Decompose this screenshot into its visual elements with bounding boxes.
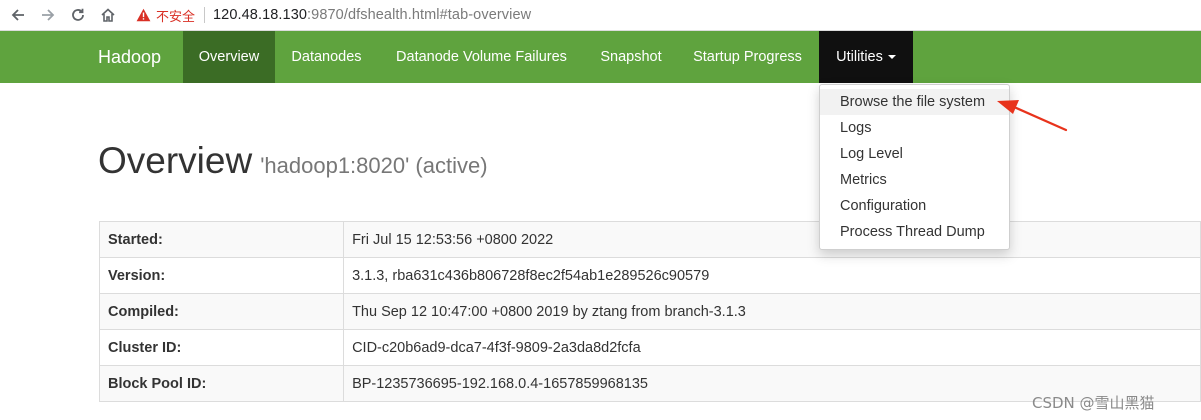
row-key: Block Pool ID: (98, 365, 345, 402)
back-button[interactable] (6, 3, 30, 27)
nav-utilities-label: Utilities (836, 49, 883, 65)
home-button[interactable] (96, 3, 120, 27)
table-row: Compiled: Thu Sep 12 10:47:00 +0800 2019… (98, 293, 1201, 330)
browser-toolbar: 不安全 120.48.18.130:9870/dfshealth.html#ta… (0, 0, 1201, 31)
page-title-main: Overview (98, 140, 253, 181)
row-value: Thu Sep 12 10:47:00 +0800 2019 by ztang … (343, 293, 1201, 330)
navbar: Hadoop Overview Datanodes Datanode Volum… (0, 31, 1201, 83)
row-key: Started: (98, 221, 345, 258)
row-value: CID-c20b6ad9-dca7-4f3f-9809-2a3da8d2fcfa (343, 329, 1201, 366)
table-row: Cluster ID: CID-c20b6ad9-dca7-4f3f-9809-… (98, 329, 1201, 366)
navbar-brand[interactable]: Hadoop (98, 31, 161, 83)
row-value: Fri Jul 15 12:53:56 +0800 2022 (343, 221, 1201, 258)
menu-process-thread-dump[interactable]: Process Thread Dump (820, 219, 1009, 245)
page-title: Overview 'hadoop1:8020' (active) (98, 140, 488, 182)
url-path: :9870/dfshealth.html#tab-overview (307, 7, 532, 23)
caret-down-icon (887, 55, 896, 60)
page-title-subtitle: 'hadoop1:8020' (active) (260, 153, 488, 178)
security-warning[interactable]: 不安全 (136, 6, 195, 25)
nav-startup-progress[interactable]: Startup Progress (677, 31, 818, 83)
security-label: 不安全 (156, 9, 196, 25)
url-separator (204, 7, 206, 23)
menu-configuration[interactable]: Configuration (820, 193, 1009, 219)
reload-button[interactable] (66, 3, 90, 27)
forward-button[interactable] (36, 3, 60, 27)
table-row: Version: 3.1.3, rba631c436b806728f8ec2f5… (98, 257, 1201, 294)
url-host: 120.48.18.130 (213, 7, 308, 23)
row-key: Cluster ID: (98, 329, 345, 366)
menu-logs[interactable]: Logs (820, 115, 1009, 141)
watermark: CSDN @雪山黑猫 (1032, 394, 1155, 412)
menu-metrics[interactable]: Metrics (820, 167, 1009, 193)
warning-icon (136, 8, 151, 22)
nav-snapshot[interactable]: Snapshot (586, 31, 676, 83)
back-arrow-icon (11, 9, 24, 21)
menu-log-level[interactable]: Log Level (820, 141, 1009, 167)
nav-utilities[interactable]: Utilities (819, 31, 913, 83)
home-icon (101, 8, 115, 22)
row-value: 3.1.3, rba631c436b806728f8ec2f54ab1e2895… (343, 257, 1201, 294)
address-bar[interactable]: 120.48.18.130:9870/dfshealth.html#tab-ov… (213, 7, 531, 23)
menu-browse-file-system[interactable]: Browse the file system (820, 89, 1009, 115)
row-key: Compiled: (98, 293, 345, 330)
nav-datanode-volume-failures[interactable]: Datanode Volume Failures (378, 31, 585, 83)
nav-overview[interactable]: Overview (183, 31, 275, 83)
nav-datanodes[interactable]: Datanodes (276, 31, 377, 83)
table-row: Started: Fri Jul 15 12:53:56 +0800 2022 (98, 221, 1201, 258)
utilities-dropdown: Browse the file system Logs Log Level Me… (819, 84, 1010, 250)
row-key: Version: (98, 257, 345, 294)
reload-icon (72, 8, 84, 21)
annotation-arrow-icon (997, 100, 1068, 132)
forward-arrow-icon (42, 9, 55, 21)
overview-table: Started: Fri Jul 15 12:53:56 +0800 2022 … (98, 221, 1201, 402)
